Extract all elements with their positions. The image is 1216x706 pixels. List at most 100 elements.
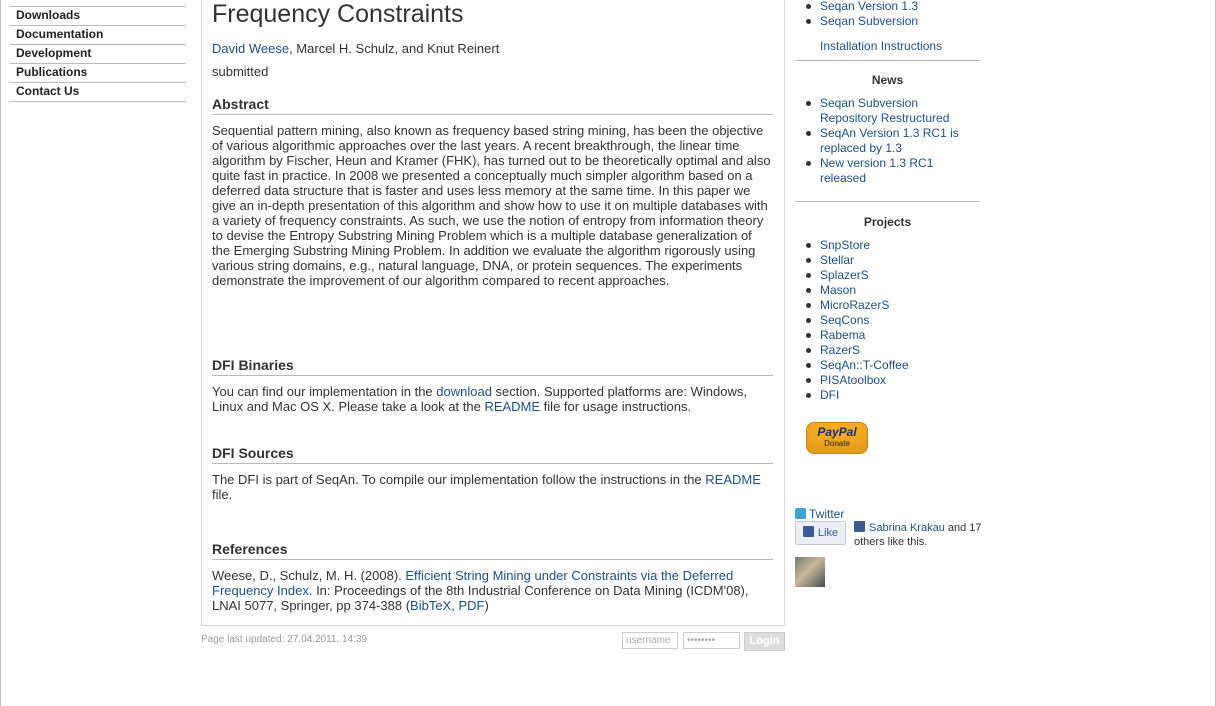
main-content: Frequency Constraints David Weese, Marce…	[201, 0, 785, 626]
list-item[interactable]: SplazerS	[795, 268, 980, 283]
like-label: Like	[817, 527, 839, 539]
nav-item-publications[interactable]: Publications	[10, 64, 186, 83]
bullet-icon	[806, 318, 811, 323]
bullet-icon	[806, 333, 811, 338]
list-item[interactable]: Stellar	[795, 253, 980, 268]
page-last-updated: Page last updated: 27.04.2011, 14:39	[201, 634, 368, 645]
thumbs-up-icon	[802, 526, 814, 537]
bullet-icon	[806, 348, 811, 353]
twitter-label[interactable]: Twitter	[809, 507, 844, 521]
list-item[interactable]: SeqAn::T-Coffee	[795, 358, 980, 373]
bullet-icon	[806, 288, 811, 293]
list-item[interactable]: Seqan Version 1.3	[795, 0, 980, 14]
news-link[interactable]: Seqan Subversion Repository Restructured	[820, 96, 949, 125]
project-link[interactable]: MicroRazerS	[820, 298, 889, 312]
projects-list: SnpStore Stellar SplazerS Mason MicroRaz…	[795, 238, 980, 403]
abstract-heading: Abstract	[212, 96, 773, 115]
list-item[interactable]: New version 1.3 RC1 released	[795, 156, 970, 186]
project-link[interactable]: SeqCons	[820, 313, 869, 327]
download-seqan-13-link[interactable]: Seqan Version 1.3	[820, 0, 918, 13]
dfi-binaries-heading: DFI Binaries	[212, 357, 773, 376]
project-link[interactable]: Mason	[820, 283, 856, 297]
project-link[interactable]: Stellar	[820, 253, 854, 267]
list-item[interactable]: RazerS	[795, 343, 980, 358]
list-item[interactable]: SeqCons	[795, 313, 980, 328]
nav-top-divider	[10, 0, 186, 7]
nav-item-contact-us[interactable]: Contact Us	[10, 83, 186, 102]
readme-link-binaries[interactable]: README	[484, 399, 540, 414]
download-link[interactable]: download	[436, 384, 492, 399]
nav-item-downloads[interactable]: Downloads	[10, 7, 186, 26]
left-navigation: Downloads Documentation Development Publ…	[10, 0, 186, 102]
project-link[interactable]: Rabema	[820, 328, 865, 342]
paypal-donate-label: Donate	[824, 439, 850, 448]
references-heading: References	[212, 541, 773, 560]
bullet-icon	[806, 101, 811, 106]
bibtex-link[interactable]: BibTeX	[410, 598, 451, 613]
project-link[interactable]: PISAtoolbox	[820, 373, 886, 387]
twitter-icon	[795, 508, 806, 519]
news-heading: News	[871, 73, 904, 87]
twitter-link[interactable]: Twitter	[795, 507, 844, 521]
divider	[795, 201, 980, 202]
page-title: Frequency Constraints	[212, 0, 464, 28]
list-item[interactable]: DFI	[795, 388, 980, 403]
bullet-icon	[806, 19, 811, 24]
sources-text-2: file.	[212, 487, 233, 502]
window-left-edge	[0, 0, 1, 706]
facebook-icon	[854, 521, 865, 532]
pdf-link[interactable]: PDF	[458, 598, 484, 613]
paypal-donate-button[interactable]: PayPal Donate	[806, 422, 868, 454]
abstract-text: Sequential pattern mining, also known as…	[212, 123, 771, 288]
username-input[interactable]: username	[622, 632, 678, 649]
author-link-david-weese[interactable]: David Weese	[212, 41, 289, 56]
facebook-user-link[interactable]: Sabrina Krakau	[869, 522, 945, 534]
references-text-3: )	[484, 598, 489, 613]
list-item[interactable]: SeqAn Version 1.3 RC1 is replaced by 1.3	[795, 126, 970, 156]
project-link[interactable]: RazerS	[820, 343, 860, 357]
binaries-text-3: file for usage instructions.	[540, 399, 692, 414]
bullet-icon	[806, 303, 811, 308]
download-seqan-subversion-link[interactable]: Seqan Subversion	[820, 14, 918, 28]
facebook-like-button[interactable]: Like	[795, 521, 846, 545]
bullet-icon	[806, 393, 811, 398]
readme-link-sources[interactable]: README	[705, 472, 761, 487]
nav-item-documentation[interactable]: Documentation	[10, 26, 186, 45]
list-item[interactable]: Seqan Subversion	[795, 14, 980, 29]
bullet-icon	[806, 258, 811, 263]
project-link[interactable]: SplazerS	[820, 268, 869, 282]
list-item[interactable]: MicroRazerS	[795, 298, 980, 313]
bullet-icon	[806, 243, 811, 248]
projects-heading: Projects	[863, 215, 912, 229]
project-link[interactable]: SeqAn::T-Coffee	[820, 358, 909, 372]
bullet-icon	[806, 161, 811, 166]
nav-item-development[interactable]: Development	[10, 45, 186, 64]
authors: David Weese, Marcel H. Schulz, and Knut …	[212, 41, 499, 56]
list-item[interactable]: Rabema	[795, 328, 980, 343]
login-button[interactable]: Login	[744, 632, 785, 651]
binaries-text-1: You can find our implementation in the	[212, 384, 437, 399]
dfi-binaries-text: You can find our implementation in the d…	[212, 384, 773, 414]
bullet-icon	[806, 273, 811, 278]
project-link[interactable]: SnpStore	[820, 238, 870, 252]
avatar[interactable]	[795, 557, 825, 587]
list-item[interactable]: Mason	[795, 283, 980, 298]
news-link[interactable]: New version 1.3 RC1 released	[820, 156, 933, 185]
publication-status: submitted	[212, 64, 269, 79]
downloads-list: Seqan Version 1.3 Seqan Subversion	[795, 0, 980, 29]
paypal-logo: PayPal	[817, 425, 857, 439]
bullet-icon	[806, 378, 811, 383]
sources-text-1: The DFI is part of SeqAn. To compile our…	[212, 472, 706, 487]
project-link[interactable]: DFI	[820, 388, 839, 402]
installation-instructions-link[interactable]: Installation Instructions	[820, 39, 942, 53]
bullet-icon	[806, 131, 811, 136]
password-input[interactable]: ••••••••	[683, 632, 740, 649]
list-item[interactable]: PISAtoolbox	[795, 373, 980, 388]
facebook-like-count: Sabrina Krakau and 17 others like this.	[854, 521, 984, 549]
list-item[interactable]: SnpStore	[795, 238, 980, 253]
references-text: Weese, D., Schulz, M. H. (2008). Efficie…	[212, 568, 773, 613]
news-link[interactable]: SeqAn Version 1.3 RC1 is replaced by 1.3	[820, 126, 959, 155]
list-item[interactable]: Seqan Subversion Repository Restructured	[795, 96, 970, 126]
authors-rest: , Marcel H. Schulz, and Knut Reinert	[289, 41, 500, 56]
dfi-sources-heading: DFI Sources	[212, 445, 773, 464]
